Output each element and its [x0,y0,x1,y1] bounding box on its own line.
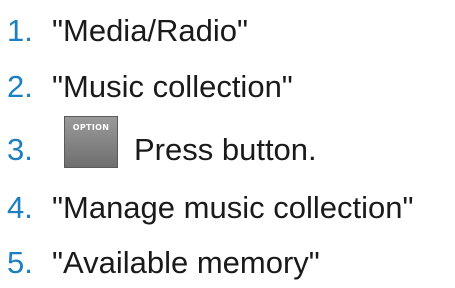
step-number: 5. [7,245,33,280]
option-button-icon: OPTION [64,116,118,168]
step-number: 2. [7,69,33,104]
step-text: "Music collection" [52,69,293,104]
step-4: 4. "Manage music collection" [0,184,413,232]
step-text: "Available memory" [52,245,320,280]
step-1: 1. "Media/Radio" [0,7,248,55]
step-number: 3. [7,132,33,167]
step-number: 1. [7,13,33,48]
step-text: Press button. [134,132,317,167]
step-2: 2. "Music collection" [0,63,293,111]
step-5: 5. "Available memory" [0,239,320,287]
step-text: "Media/Radio" [52,13,249,48]
option-button-label: OPTION [72,123,110,132]
step-text: "Manage music collection" [52,190,414,225]
step-3: 3. OPTION Press button. [0,116,317,178]
step-number: 4. [7,190,33,225]
